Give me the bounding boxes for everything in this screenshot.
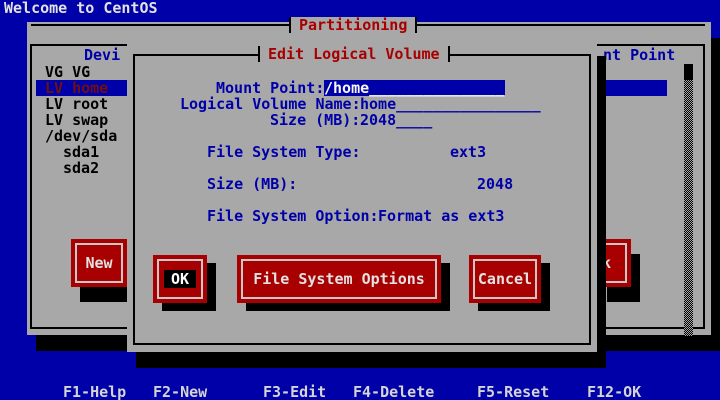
cancel-button[interactable]: Cancel xyxy=(469,255,541,303)
fs-options-button-label: File System Options xyxy=(237,271,441,287)
list-item-sda2[interactable]: sda2 xyxy=(63,160,99,176)
help-f1: F1-Help xyxy=(63,384,126,400)
edit-logical-volume-dialog: Edit Logical Volume Mount Point: /home__… xyxy=(127,40,597,352)
scrollbar-track[interactable] xyxy=(684,64,693,336)
ok-button-label: OK xyxy=(164,270,196,288)
list-item-sda1[interactable]: sda1 xyxy=(63,144,99,160)
help-f12: F12-OK xyxy=(587,384,641,400)
mount-point-label: Mount Point: xyxy=(216,80,324,96)
mount-point-input[interactable]: /home_______________ xyxy=(324,80,505,96)
fs-option-label: File System Option: xyxy=(207,208,379,224)
size-info-label: Size (MB): xyxy=(207,176,297,192)
fs-type-label: File System Type: xyxy=(207,144,361,160)
fs-option-value: Format as ext3 xyxy=(378,208,504,224)
help-f4: F4-Delete xyxy=(353,384,434,400)
dialog-title: Edit Logical Volume xyxy=(258,46,450,62)
partitioning-window-title: Partitioning xyxy=(289,17,417,33)
list-item-dev-sda[interactable]: /dev/sda xyxy=(45,128,117,144)
list-item-lv-home-selected-fragment xyxy=(603,80,667,96)
size-info-value: 2048 xyxy=(477,176,513,192)
lv-name-label: Logical Volume Name: xyxy=(180,96,361,112)
fs-type-value: ext3 xyxy=(450,144,486,160)
help-f2: F2-New xyxy=(153,384,207,400)
new-button[interactable]: New xyxy=(71,239,127,287)
list-item-vg-vg[interactable]: VG VG xyxy=(45,64,90,80)
size-label: Size (MB): xyxy=(270,112,360,128)
new-button-label: New xyxy=(71,255,127,271)
welcome-text: Welcome to CentOS xyxy=(4,0,158,16)
ok-button[interactable]: OK xyxy=(153,255,207,303)
column-header-mount-point: nt Point xyxy=(603,47,675,63)
list-item-lv-root[interactable]: LV root xyxy=(45,96,108,112)
list-item-lv-swap[interactable]: LV swap xyxy=(45,112,108,128)
list-item-label: LV home xyxy=(45,80,108,96)
help-f3: F3-Edit xyxy=(263,384,326,400)
help-f5: F5-Reset xyxy=(477,384,549,400)
size-input[interactable]: 2048____ xyxy=(360,112,432,128)
scrollbar-thumb[interactable] xyxy=(684,64,693,80)
console-screen: Welcome to CentOS Partitioning Devi nt P… xyxy=(0,0,720,400)
cancel-button-label: Cancel xyxy=(469,271,541,287)
lv-name-input[interactable]: home________________ xyxy=(360,96,541,112)
fs-options-button[interactable]: File System Options xyxy=(237,255,441,303)
column-header-device: Devi xyxy=(84,47,120,63)
